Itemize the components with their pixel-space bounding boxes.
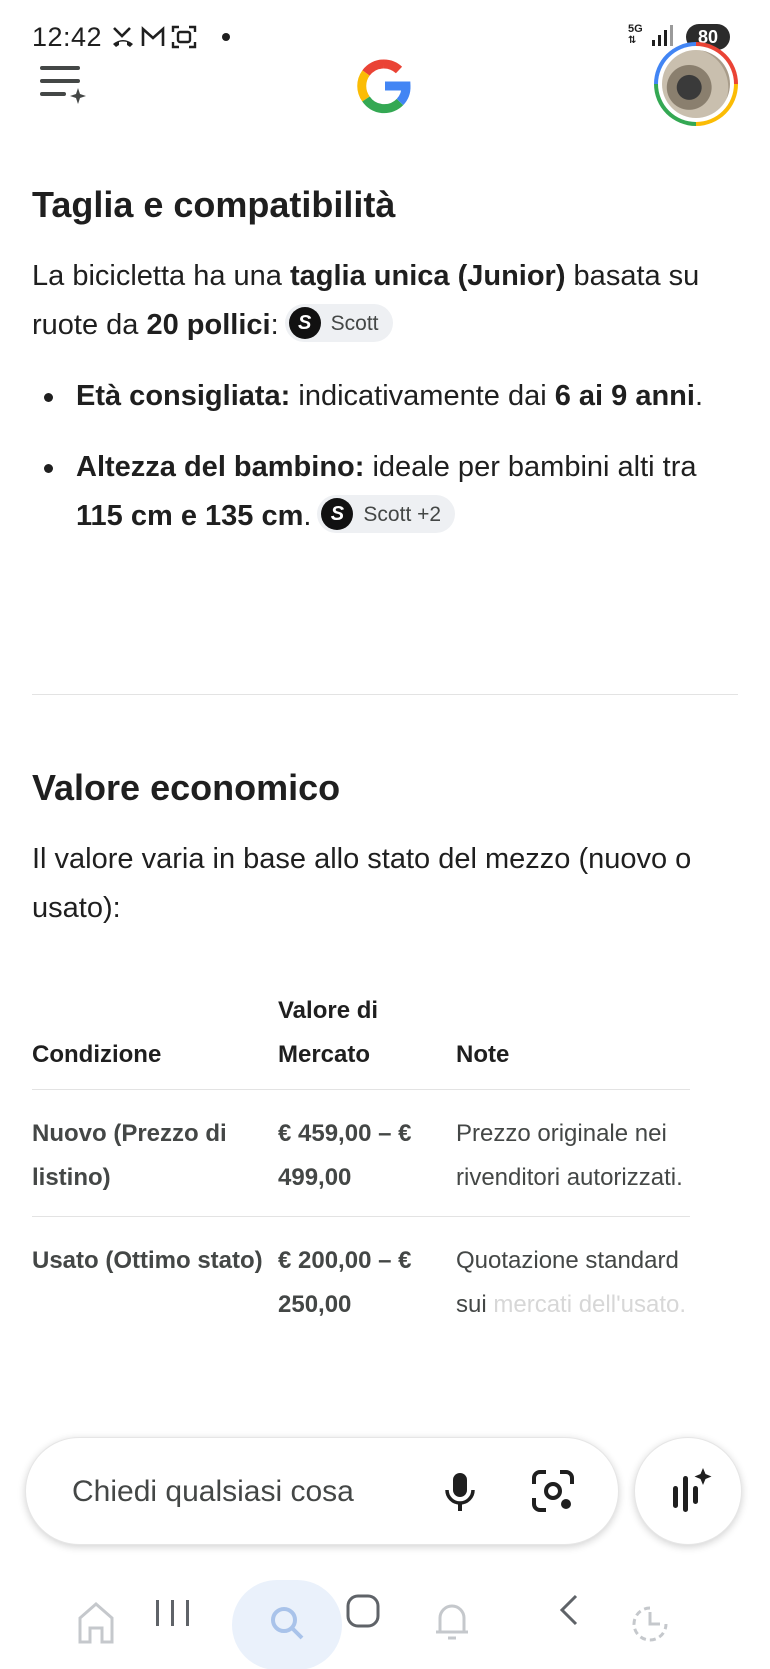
table-cell-condition: Usato (Ottimo stato) [32, 1247, 263, 1274]
source-chip-scott[interactable]: S Scott [284, 304, 393, 343]
table-cell-value: € 459,00 – € 499,00 [278, 1120, 412, 1191]
gmail-icon [141, 26, 165, 46]
table-row: Nuovo (Prezzo di listino) € 459,00 – € 4… [32, 1090, 690, 1217]
scott-logo-icon: S [321, 498, 354, 531]
section-value: Valore economico Il valore varia in base… [32, 763, 738, 933]
notifications-icon[interactable] [422, 1586, 482, 1646]
bullet-text: . [303, 500, 312, 532]
table-cell-note: Prezzo originale nei rivenditori autoriz… [456, 1120, 683, 1191]
recent-apps-icon[interactable] [142, 1586, 202, 1646]
avatar-image [662, 50, 730, 118]
table-cell-note: Quotazione standard sui mercati dell'usa… [456, 1239, 690, 1327]
bullet-text: ideale per bambini alti tra [364, 451, 697, 483]
signal-icon [652, 25, 673, 46]
activity-icon[interactable] [620, 1586, 680, 1646]
status-bar: 12:42 5G ⇅ 80 [0, 0, 770, 60]
bullet-label: Età consigliata: [76, 380, 291, 412]
status-time: 12:42 [32, 22, 103, 52]
table-header-note: Note [456, 1041, 510, 1068]
avatar[interactable] [654, 42, 738, 126]
home-icon[interactable] [66, 1586, 126, 1646]
list-item-age: Età consigliata: indicativamente dai 6 a… [32, 372, 738, 421]
intro-bold-size: taglia unica (Junior) [289, 260, 566, 292]
source-chip-label: Scott +2 [363, 502, 442, 526]
source-chip-label: Scott [330, 311, 379, 335]
bullet-text: . [694, 380, 703, 412]
bullet-bold-value: 115 cm e 135 cm [76, 500, 304, 532]
section-size: Taglia e compatibilità La bicicletta ha … [32, 180, 738, 563]
section-size-intro: La bicicletta ha una taglia unica (Junio… [32, 252, 738, 350]
section-size-title: Taglia e compatibilità [32, 184, 396, 225]
intro-text: : [270, 309, 279, 341]
table-cell-condition: Nuovo (Prezzo di listino) [32, 1120, 227, 1191]
google-logo[interactable] [354, 56, 414, 116]
scott-logo-icon: S [288, 307, 321, 340]
table-header-condition: Condizione [32, 1041, 162, 1068]
microphone-icon[interactable] [436, 1468, 484, 1516]
google-app-screen: 12:42 5G ⇅ 80 Taglia e compatibilità La … [0, 0, 770, 1669]
search-bar[interactable] [25, 1437, 619, 1546]
list-item-height: Altezza del bambino: ideale per bambini … [32, 443, 738, 541]
size-bullet-list: Età consigliata: indicativamente dai 6 a… [32, 372, 738, 541]
ai-sparkle-waveform-icon [673, 1468, 712, 1512]
google-lens-icon[interactable] [528, 1466, 578, 1516]
search-input[interactable] [72, 1438, 412, 1546]
table-header-value: Valore di Mercato [278, 997, 379, 1068]
system-navigation-bar [0, 1572, 770, 1669]
missed-call-icon [113, 27, 133, 47]
intro-text: La bicicletta ha una [32, 260, 290, 292]
section-value-intro: Il valore varia in base allo stato del m… [32, 843, 692, 924]
section-divider [32, 694, 738, 695]
note-text-faded: mercati dell'usato. [493, 1291, 687, 1318]
value-table: Condizione Valore di Mercato Note Nuovo … [32, 997, 690, 1343]
home-button-icon[interactable] [334, 1586, 394, 1646]
avatar-border [658, 46, 734, 122]
notification-dot-icon [222, 33, 230, 41]
screenshot-icon [171, 25, 197, 49]
table-cell-value: € 200,00 – € 250,00 [278, 1247, 412, 1318]
intro-bold-wheels: 20 pollici [146, 309, 271, 341]
back-icon[interactable] [536, 1586, 596, 1646]
source-chip-scott-plus[interactable]: S Scott +2 [317, 495, 456, 534]
bullet-text: indicativamente dai [290, 380, 555, 412]
table-header: Condizione Valore di Mercato Note [32, 997, 690, 1090]
ai-mode-button[interactable] [634, 1437, 742, 1545]
section-value-title: Valore economico [32, 767, 341, 808]
bullet-bold-value: 6 ai 9 anni [554, 380, 695, 412]
menu-sparkle-icon[interactable] [36, 62, 90, 106]
search-icon[interactable] [258, 1586, 318, 1646]
network-type: 5G ⇅ [628, 23, 643, 47]
table-row: Usato (Ottimo stato) € 200,00 – € 250,00… [32, 1217, 690, 1343]
bullet-label: Altezza del bambino: [76, 451, 365, 483]
